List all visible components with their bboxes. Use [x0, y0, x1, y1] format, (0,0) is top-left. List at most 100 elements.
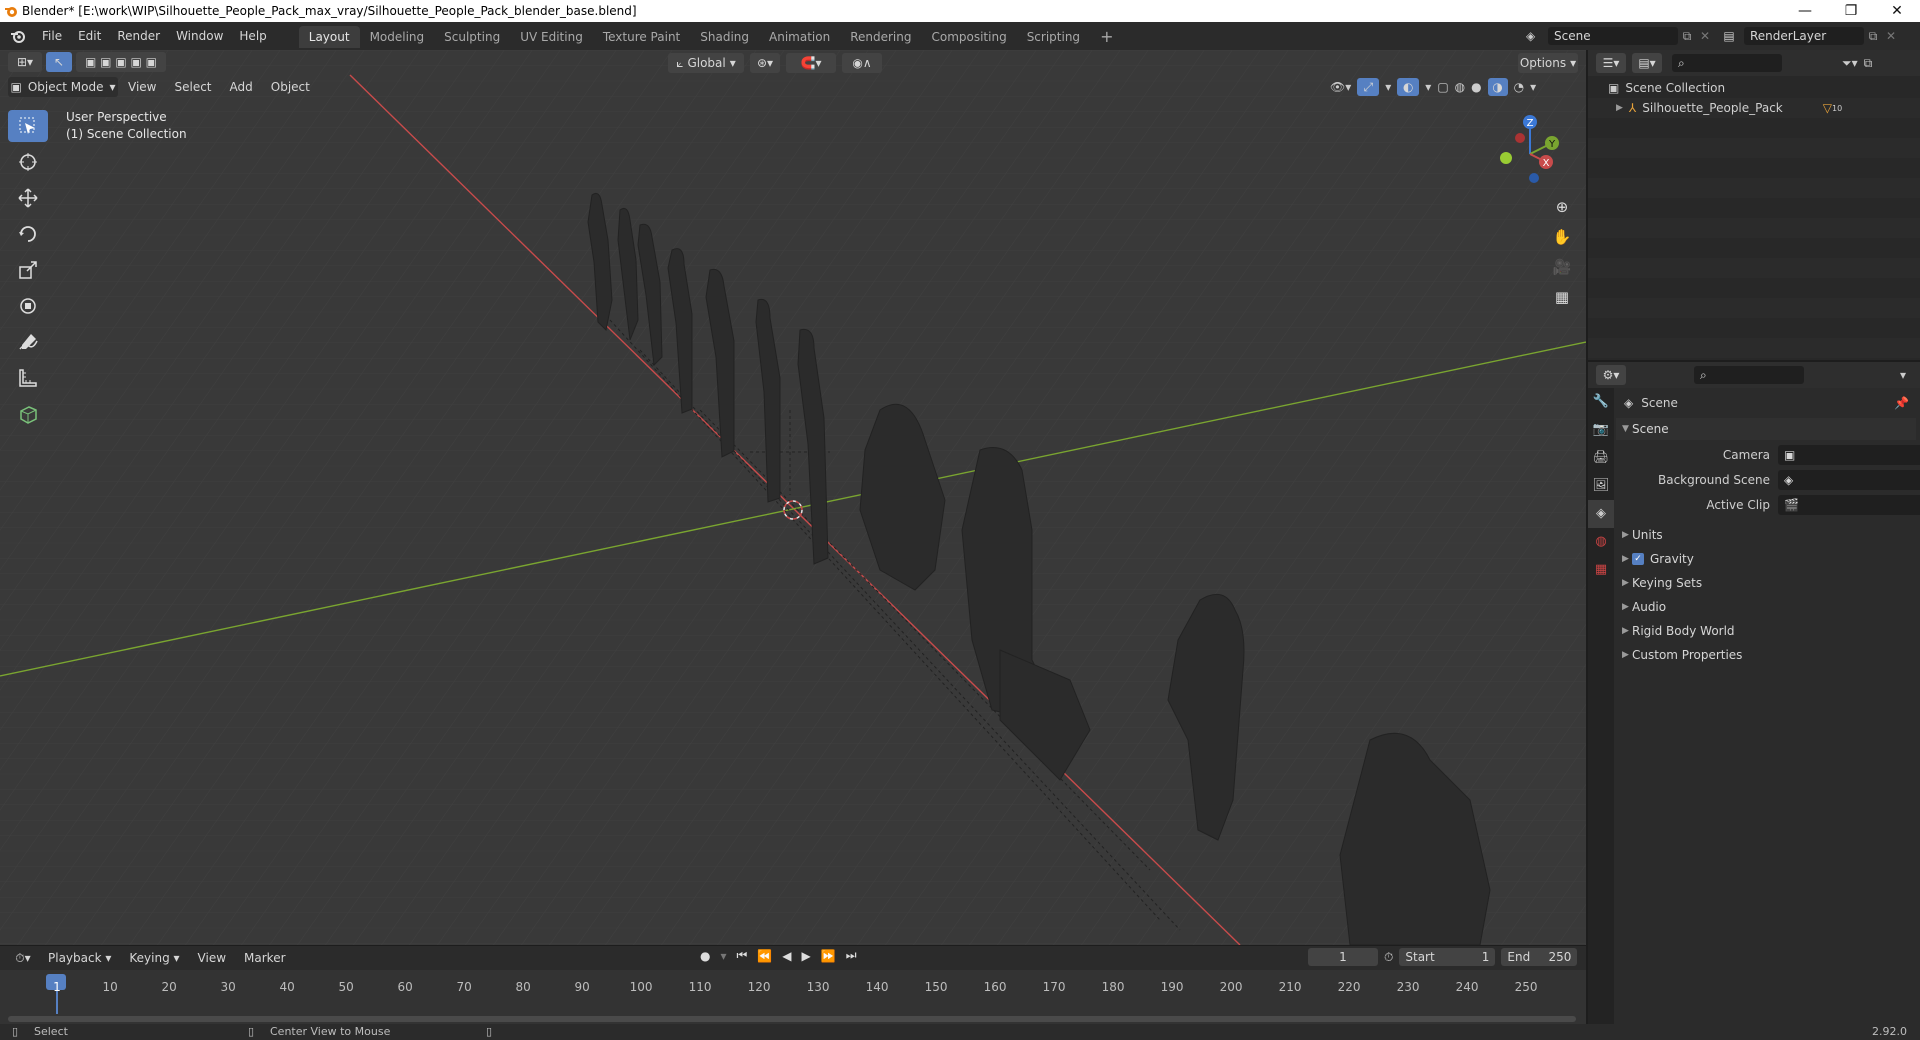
tab-animation[interactable]: Animation	[759, 26, 840, 48]
wireframe-shading-icon[interactable]: ◍	[1455, 80, 1465, 94]
delete-view-layer-icon[interactable]: ✕	[1882, 29, 1900, 43]
audio-panel-header[interactable]: ▶ Audio	[1616, 596, 1666, 618]
pin-icon[interactable]: 📌	[1894, 396, 1909, 410]
new-view-layer-icon[interactable]: ⧉	[1864, 29, 1882, 44]
scene-panel-header[interactable]: ▼ Scene	[1616, 418, 1916, 440]
texture-tab-icon[interactable]: ▦	[1588, 556, 1614, 584]
output-tab-icon[interactable]: 🖨	[1588, 444, 1614, 472]
properties-context-label: Scene	[1641, 396, 1678, 410]
tab-texture-paint[interactable]: Texture Paint	[593, 26, 690, 48]
maximize-button[interactable]: ❐	[1828, 0, 1874, 22]
transform-tool-icon[interactable]	[8, 290, 48, 322]
snapping-icon[interactable]: 🧲▾	[786, 53, 836, 73]
outliner-row-silhouette[interactable]: ▶ ⅄ Silhouette_People_Pack ▽ 10 👁	[1588, 98, 1920, 118]
tab-sculpting[interactable]: Sculpting	[434, 26, 510, 48]
rigid-body-world-panel-header[interactable]: ▶ Rigid Body World	[1616, 620, 1735, 642]
tab-scripting[interactable]: Scripting	[1017, 26, 1090, 48]
proportional-editing-icon[interactable]: ◉∧	[842, 53, 882, 73]
expand-arrow-icon[interactable]: ▶	[1616, 103, 1623, 113]
new-scene-icon[interactable]: ⧉	[1678, 29, 1696, 44]
rendered-shading-icon[interactable]: ◔	[1514, 80, 1524, 94]
tab-modeling[interactable]: Modeling	[360, 26, 435, 48]
transform-orientation-dropdown[interactable]: ⟀ Global ▾	[668, 53, 744, 73]
render-tab-icon[interactable]: 📷	[1588, 416, 1614, 444]
zoom-icon[interactable]: ⊕	[1549, 192, 1575, 222]
background-scene-field[interactable]: ◈	[1778, 470, 1920, 490]
viewport-menu-add[interactable]: Add	[222, 77, 261, 97]
pivot-point-icon[interactable]: ⊛▾	[750, 53, 780, 73]
overlays-toggle-icon[interactable]: ◐	[1397, 78, 1420, 96]
properties-editor-type-icon[interactable]: ⚙▾	[1596, 365, 1626, 385]
navigation-buttons: ⊕ ✋ 🎥 ▦	[1549, 192, 1575, 312]
menu-window[interactable]: Window	[168, 22, 231, 50]
rotate-tool-icon[interactable]	[8, 218, 48, 250]
view-layer-tab-icon[interactable]: 🖼	[1588, 472, 1614, 500]
view-layer-icon[interactable]: ▤	[1714, 29, 1744, 43]
camera-field[interactable]: ▣✎	[1778, 445, 1920, 465]
viewport-menu-view[interactable]: View	[120, 77, 164, 97]
cursor-tool-icon[interactable]	[8, 146, 48, 178]
tab-shading[interactable]: Shading	[690, 26, 759, 48]
keying-sets-panel-header[interactable]: ▶ Keying Sets	[1616, 572, 1702, 594]
chevron-down-icon[interactable]: ▾	[1900, 368, 1906, 382]
menu-render[interactable]: Render	[109, 22, 168, 50]
pan-hand-icon[interactable]: ✋	[1549, 222, 1575, 252]
display-mode-icon[interactable]: ▤▾	[1632, 53, 1662, 73]
tab-uv-editing[interactable]: UV Editing	[510, 26, 593, 48]
delete-scene-icon[interactable]: ✕	[1696, 29, 1714, 43]
menu-help[interactable]: Help	[231, 22, 274, 50]
units-panel-header[interactable]: ▶ Units	[1616, 524, 1663, 546]
renderlayer-field[interactable]: RenderLayer	[1744, 27, 1864, 45]
annotate-tool-icon[interactable]	[8, 326, 48, 358]
object-mode-dropdown[interactable]: ▣ Object Mode ▾	[8, 77, 118, 97]
expand-arrow-icon: ▶	[1622, 554, 1629, 564]
chevron-down-icon[interactable]: ▾	[1530, 80, 1536, 94]
solid-shading-icon[interactable]: ●	[1471, 80, 1481, 94]
menu-file[interactable]: File	[34, 22, 70, 50]
properties-search-input[interactable]: ⌕	[1694, 366, 1804, 384]
new-collection-icon[interactable]: ⧉	[1864, 56, 1873, 71]
tab-rendering[interactable]: Rendering	[840, 26, 921, 48]
select-tool-icon[interactable]: ↖	[46, 52, 72, 72]
minimize-button[interactable]: —	[1782, 0, 1828, 22]
gravity-checkbox[interactable]: ✓	[1632, 553, 1644, 565]
tool-tab-icon[interactable]: 🔧	[1588, 388, 1614, 416]
measure-tool-icon[interactable]	[8, 362, 48, 394]
tab-compositing[interactable]: Compositing	[921, 26, 1016, 48]
navigation-gizmo[interactable]: Z Y X	[1490, 110, 1570, 190]
timeline-scrollbar[interactable]	[8, 1016, 1576, 1022]
viewport-menu-select[interactable]: Select	[166, 77, 219, 97]
outliner-editor-type-icon[interactable]: ☰▾	[1596, 53, 1626, 73]
gravity-panel-header[interactable]: ▶ ✓ Gravity	[1616, 548, 1694, 570]
outliner-root-row[interactable]: ▣ Scene Collection	[1608, 78, 1725, 98]
move-tool-icon[interactable]	[8, 182, 48, 214]
menu-edit[interactable]: Edit	[70, 22, 109, 50]
active-clip-field[interactable]: 🎬	[1778, 495, 1920, 515]
add-workspace-icon[interactable]: +	[1090, 26, 1123, 48]
world-tab-icon[interactable]: ◍	[1588, 528, 1614, 556]
custom-properties-panel-header[interactable]: ▶ Custom Properties	[1616, 644, 1742, 666]
outliner-search-input[interactable]: ⌕	[1672, 54, 1782, 72]
tab-layout[interactable]: Layout	[298, 26, 360, 48]
selection-mode-buttons[interactable]: ▣ ▣ ▣ ▣ ▣	[76, 52, 166, 72]
filter-icon[interactable]: ⏷▾	[1842, 56, 1858, 71]
scene-selector-icon[interactable]: ◈	[1526, 29, 1548, 43]
timeline-tick-label: 80	[515, 980, 531, 994]
options-dropdown[interactable]: Options ▾	[1518, 53, 1578, 73]
close-window-button[interactable]: ✕	[1874, 0, 1920, 22]
gizmo-toggle-icon[interactable]: ⤢	[1357, 78, 1380, 96]
perspective-grid-icon[interactable]: ▦	[1549, 282, 1575, 312]
blender-menu-icon[interactable]	[10, 28, 26, 44]
xray-toggle-icon[interactable]: ▢	[1437, 80, 1448, 94]
editor-type-icon[interactable]: ⊞▾	[8, 52, 42, 72]
viewport-menu-object[interactable]: Object	[263, 77, 318, 97]
scene-name-field[interactable]: Scene	[1548, 27, 1678, 45]
select-box-tool-icon[interactable]	[8, 110, 48, 142]
material-shading-icon[interactable]: ◑	[1487, 78, 1508, 96]
camera-view-icon[interactable]: 🎥	[1549, 252, 1575, 282]
add-cube-tool-icon[interactable]	[8, 398, 48, 430]
visibility-icon[interactable]: 👁▾	[1330, 80, 1351, 94]
scale-tool-icon[interactable]	[8, 254, 48, 286]
3d-viewport[interactable]: ⊞▾ ↖ ▣ ▣ ▣ ▣ ▣ ⟀ Global ▾ ⊛▾ 🧲▾ ◉∧ Optio…	[0, 50, 1586, 945]
scene-tab-icon[interactable]: ◈	[1588, 500, 1614, 528]
